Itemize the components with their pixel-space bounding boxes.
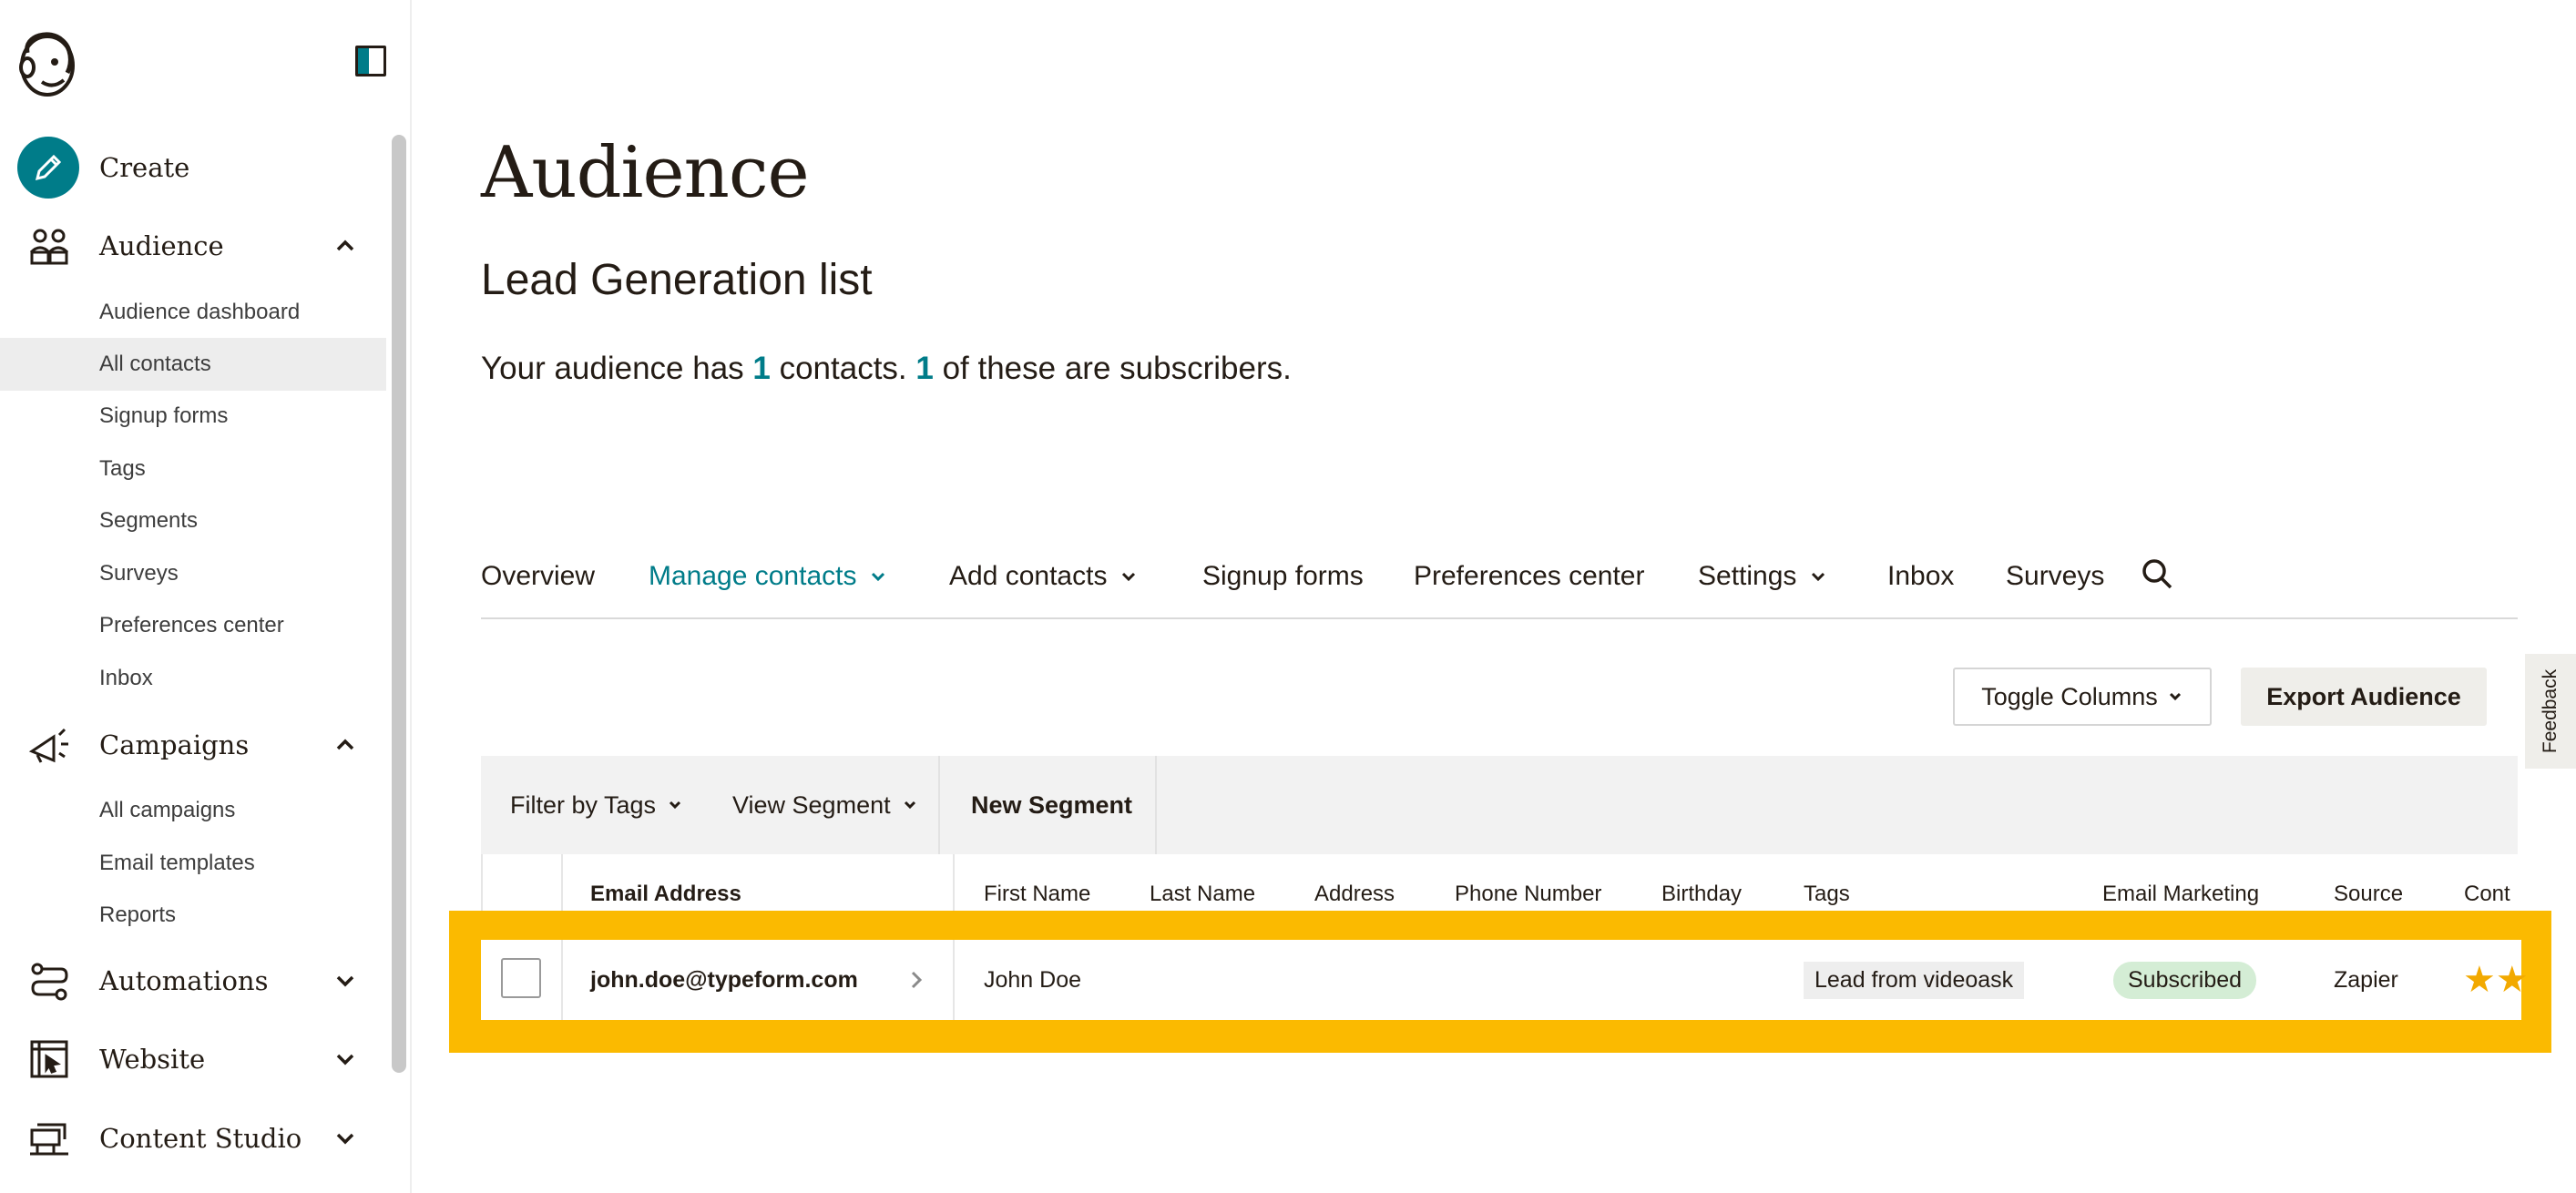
chevron-down-icon [904, 800, 915, 810]
sidebar-item-automations[interactable]: Automations [0, 948, 386, 1014]
mailchimp-logo-icon[interactable] [15, 25, 80, 98]
sidebar-item-signup-forms[interactable]: Signup forms [0, 390, 386, 443]
megaphone-icon [26, 721, 73, 769]
tab-settings[interactable]: Settings [1698, 561, 1827, 592]
sidebar-item-tags[interactable]: Tags [0, 443, 386, 495]
content-studio-icon [26, 1115, 73, 1162]
tab-signup-forms[interactable]: Signup forms [1202, 561, 1364, 592]
sidebar-item-label: Website [99, 1044, 206, 1075]
subscribers-count: 1 [915, 351, 934, 386]
column-divider [953, 940, 955, 1020]
toggle-columns-button[interactable]: Toggle Columns [1953, 668, 2212, 726]
chevron-up-icon[interactable] [332, 731, 359, 759]
column-header-phone-number[interactable]: Phone Number [1455, 882, 1601, 907]
chevron-down-icon [670, 800, 681, 810]
chevron-right-icon[interactable] [907, 967, 925, 993]
filter-by-tags-dropdown[interactable]: Filter by Tags [510, 756, 683, 854]
pencil-icon [17, 137, 79, 199]
column-header-email-marketing[interactable]: Email Marketing [2102, 882, 2259, 907]
column-divider [561, 940, 563, 1020]
column-header-email[interactable]: Email Address [590, 882, 741, 907]
contact-email-link[interactable]: john.doe@typeform.com [590, 940, 858, 1020]
audience-summary: Your audience has 1 contacts. 1 of these… [481, 351, 1292, 386]
column-header-contact-rating[interactable]: Cont [2464, 882, 2510, 907]
contact-source: Zapier [2334, 966, 2398, 993]
page-title: Audience [481, 132, 810, 214]
chevron-down-icon [872, 572, 885, 582]
contact-tag[interactable]: Lead from videoask [1804, 940, 2025, 1020]
column-divider [481, 854, 483, 911]
contacts-count: 1 [752, 351, 771, 386]
column-header-first-name[interactable]: First Name [984, 882, 1090, 907]
sidebar-item-all-contacts[interactable]: All contacts [0, 338, 386, 391]
audience-tabs: Overview Manage contacts Add contacts Si… [481, 546, 2518, 619]
chevron-down-icon [1122, 572, 1136, 582]
tab-inbox[interactable]: Inbox [1887, 561, 1954, 592]
filter-bar: Filter by Tags View Segment New Segment [481, 756, 2518, 854]
tab-surveys[interactable]: Surveys [2006, 561, 2104, 592]
chevron-down-icon[interactable] [332, 967, 359, 994]
tab-preferences-center[interactable]: Preferences center [1414, 561, 1644, 592]
list-name: Lead Generation list [481, 256, 873, 304]
sidebar-item-label: Audience [99, 230, 224, 261]
chevron-up-icon[interactable] [332, 232, 359, 260]
sidebar-item-audience-dashboard[interactable]: Audience dashboard [0, 286, 386, 339]
automations-icon [26, 957, 73, 1004]
sidebar-item-surveys[interactable]: Surveys [0, 547, 386, 600]
filter-divider [1155, 756, 1157, 854]
table-row[interactable]: john.doe@typeform.com John Doe Lead from… [481, 940, 2529, 1020]
sidebar-item-label: Content Studio [99, 1123, 302, 1154]
sidebar-item-label: Campaigns [99, 729, 250, 760]
export-audience-button[interactable]: Export Audience [2241, 668, 2487, 726]
star-rating-icon: ★★ [2463, 960, 2529, 1000]
sidebar-item-content-studio[interactable]: Content Studio [0, 1106, 386, 1171]
view-segment-dropdown[interactable]: View Segment [732, 756, 918, 854]
sidebar-item-all-campaigns[interactable]: All campaigns [0, 784, 386, 837]
sidebar: Create Audience Audience dashboard All c… [0, 0, 412, 1193]
status-badge: Subscribed [2113, 940, 2257, 1020]
filter-divider [938, 756, 940, 854]
column-header-tags[interactable]: Tags [1804, 882, 1850, 907]
chevron-down-icon [1812, 572, 1825, 582]
new-segment-button[interactable]: New Segment [971, 756, 1132, 854]
row-select-checkbox[interactable] [501, 958, 541, 998]
sidebar-item-preferences-center[interactable]: Preferences center [0, 599, 386, 652]
sidebar-scrollbar[interactable] [392, 135, 406, 1073]
contact-first-name: John Doe [984, 966, 1082, 993]
sidebar-item-label: Automations [99, 965, 269, 996]
website-icon [26, 1035, 73, 1083]
audience-icon [26, 222, 73, 270]
tab-overview[interactable]: Overview [481, 561, 595, 592]
chevron-down-icon[interactable] [332, 1125, 359, 1152]
sidebar-item-segments[interactable]: Segments [0, 495, 386, 547]
chevron-down-icon [2169, 692, 2181, 701]
column-header-last-name[interactable]: Last Name [1150, 882, 1255, 907]
sidebar-item-website[interactable]: Website [0, 1026, 386, 1092]
tab-manage-contacts[interactable]: Manage contacts [649, 561, 887, 592]
feedback-tab[interactable]: Feedback [2525, 654, 2576, 769]
search-icon[interactable] [2139, 556, 2175, 592]
column-divider [561, 854, 563, 911]
collapse-sidebar-button[interactable] [355, 46, 386, 76]
sidebar-item-label: Create [99, 152, 190, 183]
sidebar-item-email-templates[interactable]: Email templates [0, 837, 386, 890]
column-divider [953, 854, 955, 911]
sidebar-item-inbox[interactable]: Inbox [0, 652, 386, 705]
tab-add-contacts[interactable]: Add contacts [949, 561, 1138, 592]
sidebar-item-create[interactable]: Create [0, 135, 386, 200]
chevron-down-icon[interactable] [332, 1045, 359, 1073]
column-header-birthday[interactable]: Birthday [1661, 882, 1742, 907]
sidebar-item-campaigns[interactable]: Campaigns [0, 712, 386, 778]
column-header-source[interactable]: Source [2334, 882, 2403, 907]
sidebar-item-reports[interactable]: Reports [0, 889, 386, 942]
column-header-address[interactable]: Address [1314, 882, 1395, 907]
sidebar-item-audience[interactable]: Audience [0, 213, 386, 279]
